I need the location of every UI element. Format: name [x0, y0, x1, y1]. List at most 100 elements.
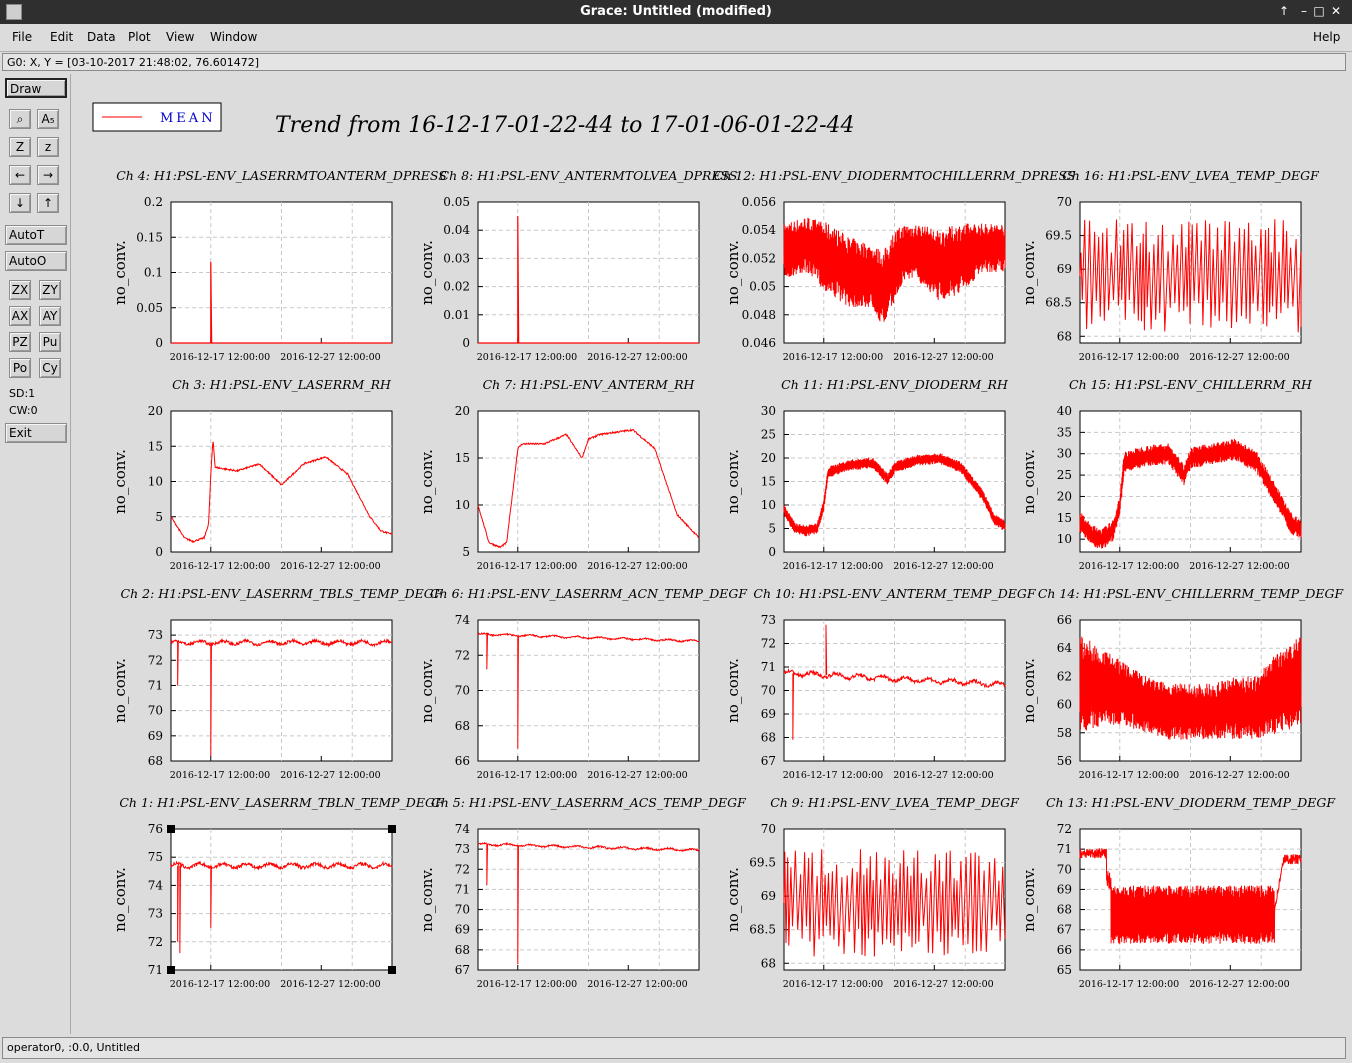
pz-button[interactable]: PZ — [9, 332, 31, 352]
y-tick-label: 66 — [1057, 943, 1072, 957]
autoo-button[interactable]: AutoO — [5, 251, 67, 271]
chart-panel-10[interactable]: Ch 6: H1:PSL-ENV_LASERRM_ACN_TEMP_DEGF 66… — [418, 586, 748, 781]
y-tick-label: 10 — [455, 498, 470, 512]
chart-panel-15[interactable]: Ch 9: H1:PSL-ENV_LVEA_TEMP_DEGF 68 68.5 69 6… — [724, 795, 1020, 990]
draw-button[interactable]: Draw — [5, 78, 67, 98]
chart-panel-12[interactable]: Ch 14: H1:PSL-ENV_CHILLERRM_TEMP_DEGF 56 5… — [1020, 586, 1344, 781]
chart-title: Ch 16: H1:PSL-ENV_LVEA_TEMP_DEGF — [1062, 168, 1320, 183]
cw-label: CW:0 — [9, 404, 38, 417]
y-tick-label: 69 — [148, 729, 163, 743]
x-tick-label: 2016-12-27 12:00:00 — [893, 770, 993, 781]
ay-button[interactable]: AY — [39, 306, 61, 326]
arrow-right-icon[interactable]: → — [37, 165, 59, 185]
chart-panel-6[interactable]: Ch 7: H1:PSL-ENV_ANTERM_RH 5 10 15 20 2016-12… — [418, 377, 700, 572]
ax-button[interactable]: AX — [9, 306, 31, 326]
chart-panel-2[interactable]: Ch 8: H1:PSL-ENV_ANTERMTOLVEA_DPRESS 0 0.0… — [418, 168, 737, 363]
chart-title: Ch 10: H1:PSL-ENV_ANTERM_TEMP_DEGF — [753, 586, 1037, 601]
y-axis-label: no_conv. — [1020, 867, 1038, 932]
menu-view[interactable]: View — [166, 30, 194, 44]
tool-panel: Draw ⌕ A₅ Z z ← → ↓ ↑ AutoT AutoO ZX ZY … — [0, 74, 71, 1034]
autot-button[interactable]: AutoT — [5, 225, 67, 245]
y-axis-label: no_conv. — [111, 449, 129, 514]
x-tick-label: 2016-12-27 12:00:00 — [280, 352, 380, 363]
title-bar: Grace: Untitled (modified) ↑ – □ ✕ — [0, 0, 1352, 24]
x-tick-label: 2016-12-17 12:00:00 — [170, 561, 270, 572]
plot-title: Trend from 16-12-17-01-22-44 to 17-01-06… — [275, 113, 855, 138]
chart-panel-5[interactable]: Ch 3: H1:PSL-ENV_LASERRM_RH 0 5 10 15 20 2016-… — [111, 377, 393, 572]
sd-label: SD:1 — [9, 387, 36, 400]
y-tick-label: 20 — [1057, 489, 1072, 503]
x-tick-label: 2016-12-27 12:00:00 — [1189, 561, 1289, 572]
cy-button[interactable]: Cy — [39, 358, 61, 378]
chart-panel-16[interactable]: Ch 13: H1:PSL-ENV_DIODERM_TEMP_DEGF 65 66 6… — [1020, 795, 1336, 990]
selection-handle[interactable] — [388, 966, 396, 974]
chart-title: Ch 6: H1:PSL-ENV_LASERRM_ACN_TEMP_DEGF — [430, 586, 748, 601]
zoom-icon[interactable]: ⌕ — [9, 109, 31, 129]
menu-edit[interactable]: Edit — [50, 30, 73, 44]
y-tick-label: 69.5 — [749, 856, 776, 870]
chart-panel-4[interactable]: Ch 16: H1:PSL-ENV_LVEA_TEMP_DEGF 68 68.5 69… — [1020, 168, 1320, 363]
y-tick-label: 66 — [1057, 613, 1072, 627]
coordinate-readout: G0: X, Y = [03-10-2017 21:48:02, 76.6014… — [2, 53, 1346, 71]
maximize-icon[interactable]: □ — [1311, 3, 1327, 19]
chart-panel-7[interactable]: Ch 11: H1:PSL-ENV_DIODERM_RH 0 5 10 15 20 25 30… — [724, 377, 1009, 572]
arrow-down-icon[interactable]: ↓ — [9, 193, 31, 213]
chart-panel-14[interactable]: Ch 5: H1:PSL-ENV_LASERRM_ACS_TEMP_DEGF 67… — [418, 795, 747, 990]
chart-panel-11[interactable]: Ch 10: H1:PSL-ENV_ANTERM_TEMP_DEGF 67 68 69… — [724, 586, 1037, 781]
y-tick-label: 69 — [1057, 882, 1072, 896]
y-tick-label: 62 — [1057, 669, 1072, 683]
arrow-up-icon[interactable]: ↑ — [37, 193, 59, 213]
y-tick-label: 30 — [761, 404, 776, 418]
menu-plot[interactable]: Plot — [128, 30, 151, 44]
selection-handle[interactable] — [167, 825, 175, 833]
selection-handle[interactable] — [167, 966, 175, 974]
po-button[interactable]: Po — [9, 358, 31, 378]
zx-button[interactable]: ZX — [9, 280, 31, 300]
pu-button[interactable]: Pu — [39, 332, 61, 352]
chart-title: Ch 14: H1:PSL-ENV_CHILLERRM_TEMP_DEGF — [1038, 586, 1345, 601]
zoom-in-button[interactable]: Z — [9, 137, 31, 157]
plot-canvas[interactable]: MEAN Trend from 16-12-17-01-22-44 to 17-… — [72, 74, 1348, 1034]
y-tick-label: 0.052 — [742, 251, 776, 265]
y-tick-label: 25 — [1057, 468, 1072, 482]
selection-handle[interactable] — [388, 825, 396, 833]
chart-panel-8[interactable]: Ch 15: H1:PSL-ENV_CHILLERRM_RH 10 15 20 25 30… — [1020, 377, 1313, 572]
chart-panel-1[interactable]: Ch 4: H1:PSL-ENV_LASERRMTOANTERM_DPRESS 0… — [111, 168, 447, 363]
y-tick-label: 68.5 — [749, 923, 776, 937]
y-tick-label: 15 — [455, 451, 470, 465]
menu-data[interactable]: Data — [87, 30, 116, 44]
exit-button[interactable]: Exit — [5, 423, 67, 443]
y-tick-label: 64 — [1057, 641, 1073, 655]
y-tick-label: 69.5 — [1045, 229, 1072, 243]
arrow-left-icon[interactable]: ← — [9, 165, 31, 185]
chart-panel-13[interactable]: Ch 1: H1:PSL-ENV_LASERRM_TBLN_TEMP_DEGF 7… — [111, 795, 445, 990]
y-tick-label: 73 — [761, 613, 776, 627]
x-tick-label: 2016-12-17 12:00:00 — [783, 770, 883, 781]
chart-panel-9[interactable]: Ch 2: H1:PSL-ENV_LASERRM_TBLS_TEMP_DEGF 6… — [111, 586, 444, 781]
y-tick-label: 69 — [455, 923, 470, 937]
menu-window[interactable]: Window — [210, 30, 257, 44]
zoom-out-button[interactable]: z — [37, 137, 59, 157]
x-tick-label: 2016-12-17 12:00:00 — [170, 770, 270, 781]
x-tick-label: 2016-12-17 12:00:00 — [783, 979, 883, 990]
menu-file[interactable]: File — [12, 30, 32, 44]
autoscale-text-icon[interactable]: A₅ — [37, 109, 59, 129]
status-bar: operator0, :0.0, Untitled — [2, 1037, 1346, 1059]
restore-icon[interactable]: – — [1296, 3, 1312, 19]
x-tick-label: 2016-12-27 12:00:00 — [587, 770, 687, 781]
chart-title: Ch 2: H1:PSL-ENV_LASERRM_TBLS_TEMP_DEGF — [121, 586, 444, 601]
menu-help[interactable]: Help — [1313, 30, 1340, 44]
y-tick-label: 71 — [1057, 842, 1072, 856]
zy-button[interactable]: ZY — [39, 280, 61, 300]
y-tick-label: 56 — [1057, 754, 1072, 768]
y-axis-label: no_conv. — [1020, 658, 1038, 723]
chart-title: Ch 3: H1:PSL-ENV_LASERRM_RH — [172, 377, 392, 392]
close-icon[interactable]: ✕ — [1328, 3, 1344, 19]
legend-box[interactable]: MEAN — [92, 102, 222, 132]
plot-svg[interactable]: MEAN Trend from 16-12-17-01-22-44 to 17-… — [72, 74, 1348, 1034]
y-tick-label: 0.03 — [443, 251, 470, 265]
x-tick-label: 2016-12-27 12:00:00 — [587, 979, 687, 990]
minimize-icon[interactable]: ↑ — [1276, 3, 1292, 19]
y-tick-label: 25 — [761, 428, 776, 442]
x-tick-label: 2016-12-17 12:00:00 — [477, 352, 577, 363]
